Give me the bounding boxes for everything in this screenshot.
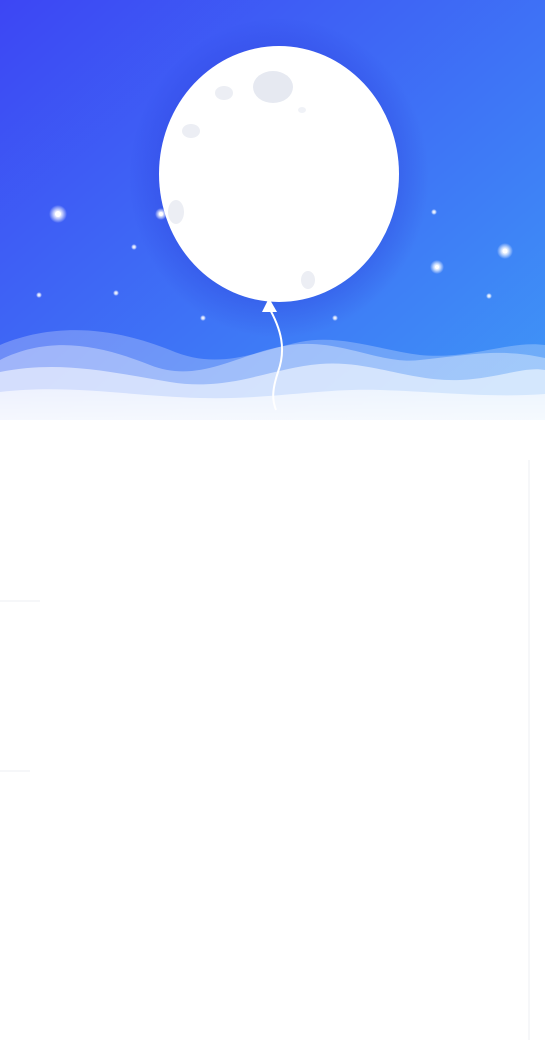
star-icon [200, 315, 206, 321]
star-icon [431, 209, 437, 215]
content-area [0, 460, 545, 1042]
divider [0, 600, 40, 602]
star-icon [497, 243, 513, 259]
star-icon [332, 315, 338, 321]
star-icon [486, 293, 492, 299]
star-icon [430, 260, 444, 274]
screen [0, 0, 545, 1042]
divider [528, 460, 530, 1040]
divider [0, 770, 30, 772]
star-icon [131, 244, 137, 250]
star-icon [36, 292, 42, 298]
star-icon [49, 205, 67, 223]
hero-svg [0, 0, 545, 460]
star-icon [113, 290, 119, 296]
hero-illustration [0, 0, 545, 460]
